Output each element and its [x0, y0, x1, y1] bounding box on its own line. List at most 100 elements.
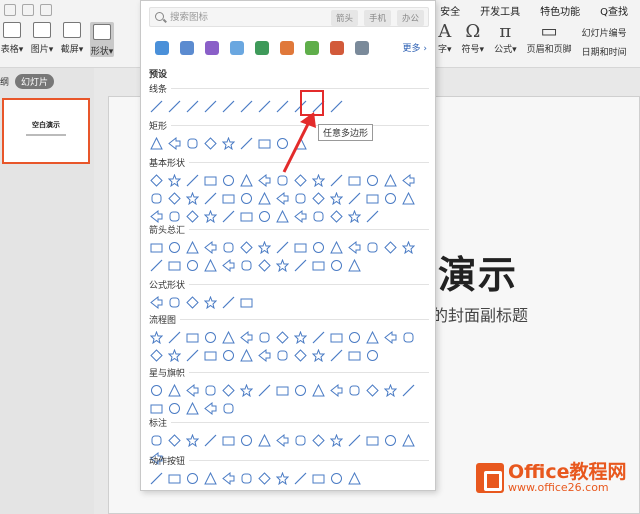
shape-option-icon[interactable]	[401, 433, 415, 447]
shape-option-icon[interactable]	[293, 330, 307, 344]
shape-option-icon[interactable]	[203, 209, 217, 223]
shape-option-icon[interactable]	[221, 471, 235, 485]
shape-option-icon[interactable]	[221, 99, 235, 113]
icon-7[interactable]	[305, 41, 319, 55]
shape-option-icon[interactable]	[329, 258, 343, 272]
symbol-button[interactable]: Ω 符号▾	[462, 22, 485, 56]
shape-option-icon[interactable]	[347, 383, 361, 397]
shape-option-icon[interactable]	[347, 191, 361, 205]
shape-option-icon[interactable]	[383, 191, 397, 205]
shape-option-icon[interactable]	[221, 173, 235, 187]
shape-option-icon[interactable]	[311, 191, 325, 205]
shape-option-icon[interactable]	[365, 240, 379, 254]
shape-option-icon[interactable]	[239, 240, 253, 254]
shape-option-icon[interactable]	[203, 433, 217, 447]
shape-option-icon[interactable]	[383, 173, 397, 187]
shape-option-icon[interactable]	[149, 330, 163, 344]
shape-option-icon[interactable]	[221, 401, 235, 415]
shape-option-icon[interactable]	[203, 258, 217, 272]
shape-option-icon[interactable]	[221, 433, 235, 447]
shape-option-icon[interactable]	[203, 240, 217, 254]
shape-option-icon[interactable]	[329, 348, 343, 362]
shape-option-icon[interactable]	[149, 295, 163, 309]
shape-option-icon[interactable]	[239, 258, 253, 272]
slide-title[interactable]: 演示	[438, 244, 518, 299]
shape-option-icon[interactable]	[293, 348, 307, 362]
shape-option-icon[interactable]	[221, 240, 235, 254]
shape-option-icon[interactable]	[203, 99, 217, 113]
shape-option-icon[interactable]	[185, 191, 199, 205]
shape-option-icon[interactable]	[293, 209, 307, 223]
shape-option-icon[interactable]	[149, 348, 163, 362]
shape-option-icon[interactable]	[203, 295, 217, 309]
shape-option-icon[interactable]	[185, 173, 199, 187]
shape-option-icon[interactable]	[401, 191, 415, 205]
shape-option-icon[interactable]	[221, 209, 235, 223]
shape-option-icon[interactable]	[149, 383, 163, 397]
redo-icon[interactable]	[40, 4, 52, 16]
shape-option-icon[interactable]	[203, 173, 217, 187]
shape-option-icon[interactable]	[167, 383, 181, 397]
shape-option-icon[interactable]	[167, 258, 181, 272]
shape-option-icon[interactable]	[347, 330, 361, 344]
shape-option-icon[interactable]	[365, 348, 379, 362]
shape-option-icon[interactable]	[203, 330, 217, 344]
shape-option-icon[interactable]	[365, 209, 379, 223]
shape-option-icon[interactable]	[311, 383, 325, 397]
shape-option-icon[interactable]	[257, 240, 271, 254]
shape-option-icon[interactable]	[167, 330, 181, 344]
shapes-button[interactable]: 形状▾	[90, 22, 114, 57]
icon-4[interactable]	[230, 41, 244, 55]
shape-option-icon[interactable]	[167, 295, 181, 309]
icon-6[interactable]	[280, 41, 294, 55]
shape-option-icon[interactable]	[257, 99, 271, 113]
shape-option-icon[interactable]	[329, 471, 343, 485]
shape-option-icon[interactable]	[167, 99, 181, 113]
shape-option-icon[interactable]	[185, 433, 199, 447]
shape-option-icon[interactable]	[383, 383, 397, 397]
shape-option-icon[interactable]	[185, 471, 199, 485]
shape-option-icon[interactable]	[185, 295, 199, 309]
shape-option-icon[interactable]	[329, 191, 343, 205]
shape-option-icon[interactable]	[149, 471, 163, 485]
shape-option-icon[interactable]	[239, 330, 253, 344]
shape-option-icon[interactable]	[329, 209, 343, 223]
shape-option-icon[interactable]	[329, 330, 343, 344]
more-icons-link[interactable]: 更多 ›	[403, 41, 427, 54]
shape-option-icon[interactable]	[167, 209, 181, 223]
shape-option-icon[interactable]	[383, 330, 397, 344]
shape-option-icon[interactable]	[149, 173, 163, 187]
shape-option-icon[interactable]	[257, 191, 271, 205]
shape-option-icon[interactable]	[185, 258, 199, 272]
shape-option-icon[interactable]	[347, 471, 361, 485]
shape-option-icon[interactable]	[329, 383, 343, 397]
shape-option-icon[interactable]	[167, 471, 181, 485]
icon-1[interactable]	[155, 41, 169, 55]
save-icon[interactable]	[4, 4, 16, 16]
shape-option-icon[interactable]	[149, 240, 163, 254]
shape-option-icon[interactable]	[239, 433, 253, 447]
shape-option-icon[interactable]	[293, 258, 307, 272]
shape-option-icon[interactable]	[239, 136, 253, 150]
shape-option-icon[interactable]	[293, 433, 307, 447]
shape-option-icon[interactable]	[257, 209, 271, 223]
search-input[interactable]	[170, 10, 270, 25]
shape-option-icon[interactable]	[149, 99, 163, 113]
shape-option-icon[interactable]	[347, 240, 361, 254]
shape-option-icon[interactable]	[167, 433, 181, 447]
shape-option-icon[interactable]	[257, 258, 271, 272]
shape-option-icon[interactable]	[221, 295, 235, 309]
shape-option-icon[interactable]	[221, 330, 235, 344]
shape-option-icon[interactable]	[239, 99, 253, 113]
shape-option-icon[interactable]	[221, 383, 235, 397]
shape-option-icon[interactable]	[329, 240, 343, 254]
shape-option-icon[interactable]	[203, 348, 217, 362]
shape-option-icon[interactable]	[167, 136, 181, 150]
shape-option-icon[interactable]	[311, 330, 325, 344]
shape-option-icon[interactable]	[275, 209, 289, 223]
shape-option-icon[interactable]	[203, 471, 217, 485]
shape-option-icon[interactable]	[257, 136, 271, 150]
shape-option-icon[interactable]	[257, 433, 271, 447]
undo-icon[interactable]	[22, 4, 34, 16]
shape-option-icon[interactable]	[275, 433, 289, 447]
